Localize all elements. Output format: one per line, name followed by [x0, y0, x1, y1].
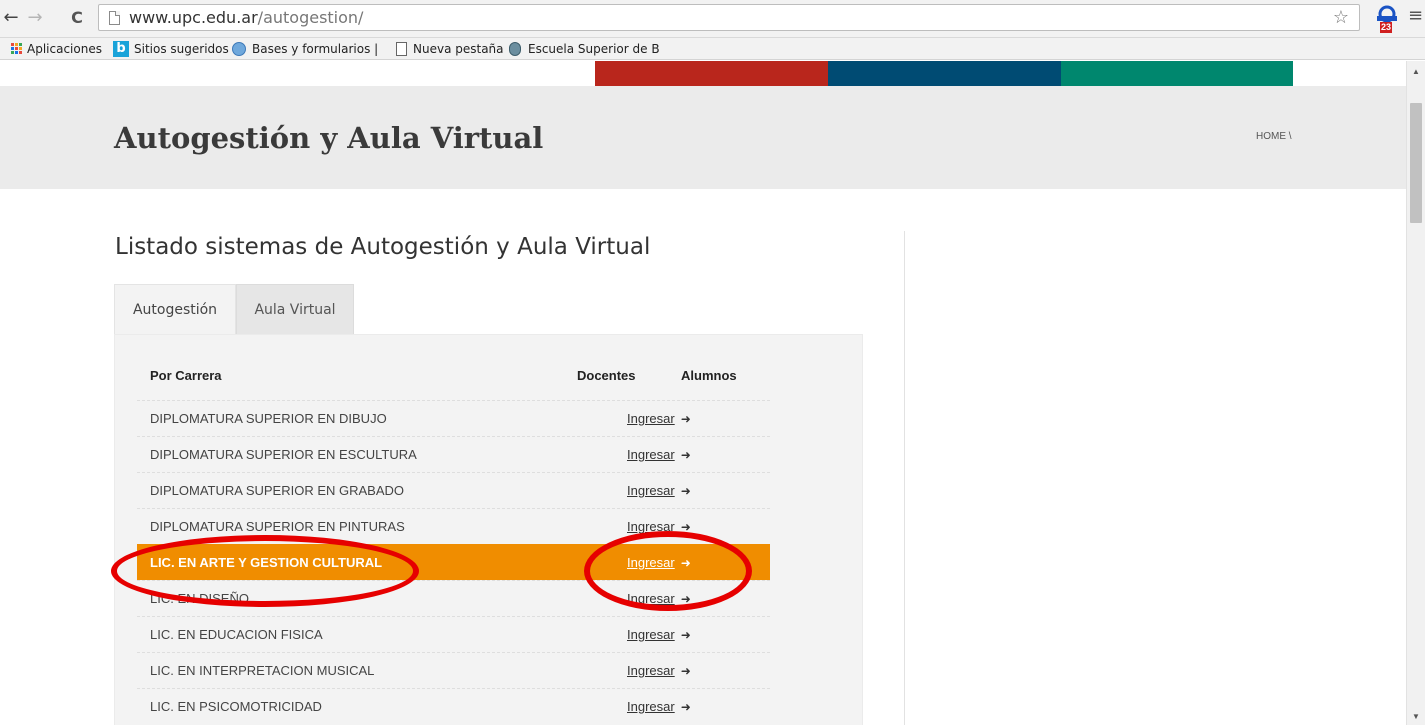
extension-icon[interactable]: 23	[1374, 4, 1402, 34]
url-text[interactable]: www.upc.edu.ar/autogestion/	[129, 8, 363, 27]
extension-logo-icon	[1377, 5, 1397, 23]
ingresar-link[interactable]: Ingresar ➜	[627, 699, 691, 714]
scrollbar[interactable]: ▲ ▼	[1406, 61, 1425, 725]
forward-arrow-icon[interactable]: →	[24, 7, 46, 29]
career-name: LIC. EN INTERPRETACION MUSICAL	[150, 663, 375, 678]
tab-autogestion[interactable]: Autogestión	[114, 284, 236, 335]
bookmark-aplicaciones[interactable]: Aplicaciones	[27, 42, 102, 56]
table-row: LIC. EN INTERPRETACION MUSICAL Ingresar ➜	[137, 652, 770, 688]
breadcrumb[interactable]: HOME \	[1256, 131, 1292, 142]
document-icon	[396, 42, 407, 56]
ingresar-link[interactable]: Ingresar ➜	[627, 483, 691, 498]
sign-in-icon: ➜	[680, 628, 691, 642]
tab-aula-virtual[interactable]: Aula Virtual	[236, 284, 354, 335]
page-header: Autogestión y Aula Virtual HOME \	[0, 86, 1406, 189]
scroll-thumb[interactable]	[1410, 103, 1422, 223]
career-name: DIPLOMATURA SUPERIOR EN PINTURAS	[150, 519, 405, 534]
url-path: /autogestion/	[257, 8, 364, 27]
table-row: DIPLOMATURA SUPERIOR EN GRABADO Ingresar ➜	[137, 472, 770, 508]
sign-in-icon: ➜	[680, 664, 691, 678]
url-host: www.upc.edu.ar	[129, 8, 258, 27]
career-name: LIC. EN EDUCACION FISICA	[150, 627, 323, 642]
page-viewport: Autogestión y Aula Virtual HOME \ Listad…	[0, 61, 1406, 725]
column-divider	[904, 231, 905, 725]
table-row: LIC. EN EDUCACION FISICA Ingresar ➜	[137, 616, 770, 652]
page-icon	[109, 11, 120, 25]
ingresar-label: Ingresar	[627, 627, 675, 642]
browser-toolbar: ← → C www.upc.edu.ar/autogestion/ ☆ 23 ≡	[0, 0, 1425, 38]
ingresar-label: Ingresar	[627, 447, 675, 462]
bookmark-nueva-pestana[interactable]: Nueva pestaña	[413, 42, 504, 56]
table-row: DIPLOMATURA SUPERIOR EN ESCULTURA Ingresa…	[137, 436, 770, 472]
apps-grid-icon[interactable]	[11, 43, 23, 55]
extension-badge: 23	[1380, 22, 1393, 33]
bookmark-star-icon[interactable]: ☆	[1333, 7, 1349, 28]
globe-icon	[232, 42, 246, 56]
career-name: DIPLOMATURA SUPERIOR EN DIBUJO	[150, 411, 387, 426]
ingresar-label: Ingresar	[627, 483, 675, 498]
annotation-oval-link	[584, 531, 752, 611]
sign-in-icon: ➜	[680, 484, 691, 498]
bing-icon: b	[113, 41, 129, 57]
bookmarks-bar: Aplicaciones b Sitios sugeridos Bases y …	[0, 38, 1425, 60]
ingresar-link[interactable]: Ingresar ➜	[627, 627, 691, 642]
nav-bar-red[interactable]	[595, 61, 828, 86]
header-docentes: Docentes	[577, 368, 636, 383]
page-title: Autogestión y Aula Virtual	[114, 121, 544, 155]
ingresar-label: Ingresar	[627, 699, 675, 714]
sign-in-icon: ➜	[680, 448, 691, 462]
career-name: DIPLOMATURA SUPERIOR EN GRABADO	[150, 483, 405, 498]
sign-in-icon: ➜	[680, 412, 691, 426]
header-por-carrera: Por Carrera	[150, 368, 222, 383]
address-bar[interactable]: www.upc.edu.ar/autogestion/ ☆	[98, 4, 1360, 31]
career-name: LIC. EN PSICOMOTRICIDAD	[150, 699, 322, 714]
bookmark-sitios-sugeridos[interactable]: Sitios sugeridos	[134, 42, 229, 56]
bookmark-escuela-superior[interactable]: Escuela Superior de B	[528, 42, 660, 56]
ingresar-link[interactable]: Ingresar ➜	[627, 663, 691, 678]
ingresar-label: Ingresar	[627, 411, 675, 426]
sign-in-icon: ➜	[680, 700, 691, 714]
section-title: Listado sistemas de Autogestión y Aula V…	[115, 234, 651, 260]
shield-icon	[509, 42, 521, 56]
scroll-up-icon[interactable]: ▲	[1412, 67, 1420, 76]
table-row: DIPLOMATURA SUPERIOR EN DIBUJO Ingresar ➜	[137, 400, 770, 436]
menu-icon[interactable]: ≡	[1408, 5, 1423, 26]
nav-bar-blue[interactable]	[828, 61, 1061, 86]
reload-icon[interactable]: C	[66, 7, 88, 29]
ingresar-link[interactable]: Ingresar ➜	[627, 447, 691, 462]
ingresar-link[interactable]: Ingresar ➜	[627, 411, 691, 426]
scroll-down-icon[interactable]: ▼	[1412, 712, 1420, 721]
nav-bar-green[interactable]	[1061, 61, 1293, 86]
header-alumnos: Alumnos	[681, 368, 737, 383]
career-name: DIPLOMATURA SUPERIOR EN ESCULTURA	[150, 447, 417, 462]
annotation-oval-career	[111, 535, 419, 607]
bookmark-bases-formularios[interactable]: Bases y formularios |	[252, 42, 378, 56]
back-arrow-icon[interactable]: ←	[0, 7, 22, 29]
ingresar-label: Ingresar	[627, 663, 675, 678]
table-row: LIC. EN PSICOMOTRICIDAD Ingresar ➜	[137, 688, 770, 724]
